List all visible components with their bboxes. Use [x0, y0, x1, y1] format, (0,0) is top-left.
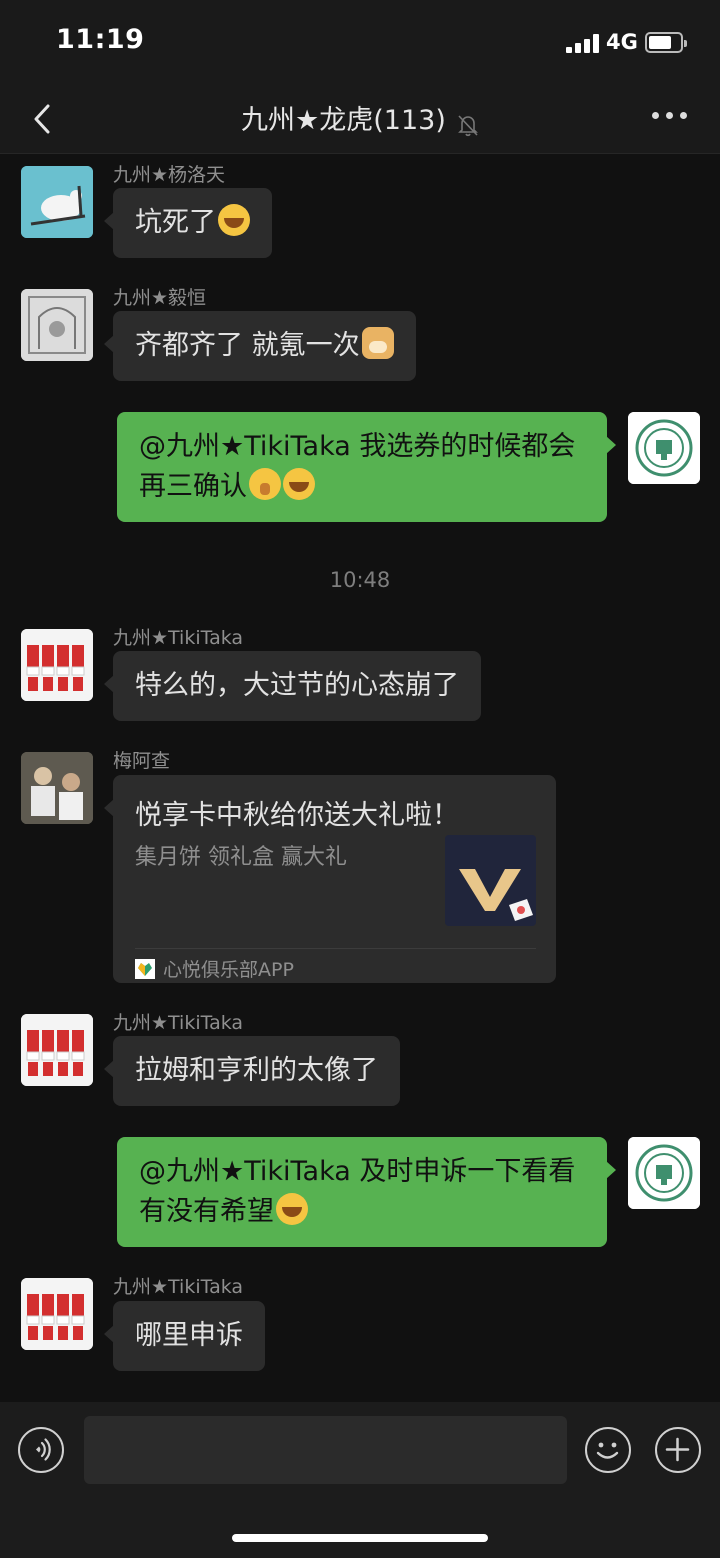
avatar[interactable]: [21, 752, 93, 824]
avatar[interactable]: [21, 166, 93, 238]
message-text: 坑死了: [135, 207, 216, 238]
laugh-cry-emoji-icon: [218, 204, 250, 236]
card-divider: [135, 948, 536, 949]
card-source: 心悦俱乐部APP: [135, 955, 294, 982]
home-indicator[interactable]: [232, 1534, 488, 1542]
message-text: 齐都齐了 就氪一次: [135, 330, 360, 361]
sender-name: 九州★TikiTaka: [113, 1012, 244, 1034]
app-logo-icon: [135, 959, 155, 979]
sender-name: 九州★杨洛天: [113, 164, 226, 186]
network-type: 4G: [606, 30, 638, 54]
status-time: 11:19: [56, 24, 145, 55]
card-thumbnail: [445, 835, 536, 926]
message-bubble[interactable]: 哪里申诉: [104, 1301, 265, 1371]
laugh-cry-emoji-icon: [276, 1193, 308, 1225]
sender-name: 九州★TikiTaka: [113, 627, 244, 649]
message-text: 特么的，大过节的心态崩了: [135, 670, 459, 701]
shush-emoji-icon: [249, 468, 281, 500]
status-bar: 11:19 4G: [0, 0, 720, 88]
message-bubble[interactable]: @九州★TikiTaka 我选券的时候都会再三确认: [117, 412, 616, 522]
signal-icon: [566, 33, 600, 53]
timestamp: 10:48: [329, 568, 391, 592]
sender-name: 九州★毅恒: [113, 287, 207, 309]
message-text: 拉姆和亨利的太像了: [135, 1055, 378, 1086]
avatar[interactable]: [21, 289, 93, 361]
chat-area[interactable]: 九州★杨洛天 坑死了 九州★毅恒 齐都齐了 就氪一次 @九州★TikiTaka …: [0, 154, 720, 1402]
message-bubble[interactable]: 坑死了: [104, 188, 272, 258]
battery-icon: [645, 32, 687, 53]
laugh-cry-emoji-icon: [283, 468, 315, 500]
voice-icon[interactable]: [18, 1427, 64, 1473]
message-bubble[interactable]: 齐都齐了 就氪一次: [104, 311, 416, 381]
message-text: 哪里申诉: [135, 1320, 243, 1351]
avatar[interactable]: [21, 1278, 93, 1350]
doge-emoji-icon: [361, 327, 394, 359]
avatar[interactable]: [21, 629, 93, 701]
message-bubble[interactable]: @九州★TikiTaka 及时申诉一下看看有没有希望: [117, 1137, 616, 1247]
avatar[interactable]: [21, 1014, 93, 1086]
plus-icon[interactable]: [655, 1427, 701, 1473]
sender-name: 梅阿查: [113, 750, 171, 772]
bell-slash-icon: [458, 114, 478, 136]
chat-title[interactable]: 九州★龙虎(113): [241, 105, 446, 136]
card-description: 集月饼 领礼盒 赢大礼: [135, 845, 347, 870]
message-text: @九州★TikiTaka 我选券的时候都会再三确认: [139, 431, 576, 502]
more-icon[interactable]: [652, 112, 688, 122]
message-input[interactable]: [84, 1416, 567, 1484]
link-card[interactable]: 悦享卡中秋给你送大礼啦！ 集月饼 领礼盒 赢大礼 心悦俱乐部APP: [104, 775, 556, 983]
message-text: @九州★TikiTaka 及时申诉一下看看有没有希望: [139, 1156, 576, 1227]
emoji-icon[interactable]: [585, 1427, 631, 1473]
nav-bar: 九州★龙虎(113): [0, 88, 720, 154]
my-avatar[interactable]: [628, 412, 700, 484]
message-bubble[interactable]: 特么的，大过节的心态崩了: [104, 651, 481, 721]
card-title: 悦享卡中秋给你送大礼啦！: [135, 800, 459, 831]
sender-name: 九州★TikiTaka: [113, 1276, 244, 1298]
my-avatar[interactable]: [628, 1137, 700, 1209]
message-bubble[interactable]: 拉姆和亨利的太像了: [104, 1036, 400, 1106]
